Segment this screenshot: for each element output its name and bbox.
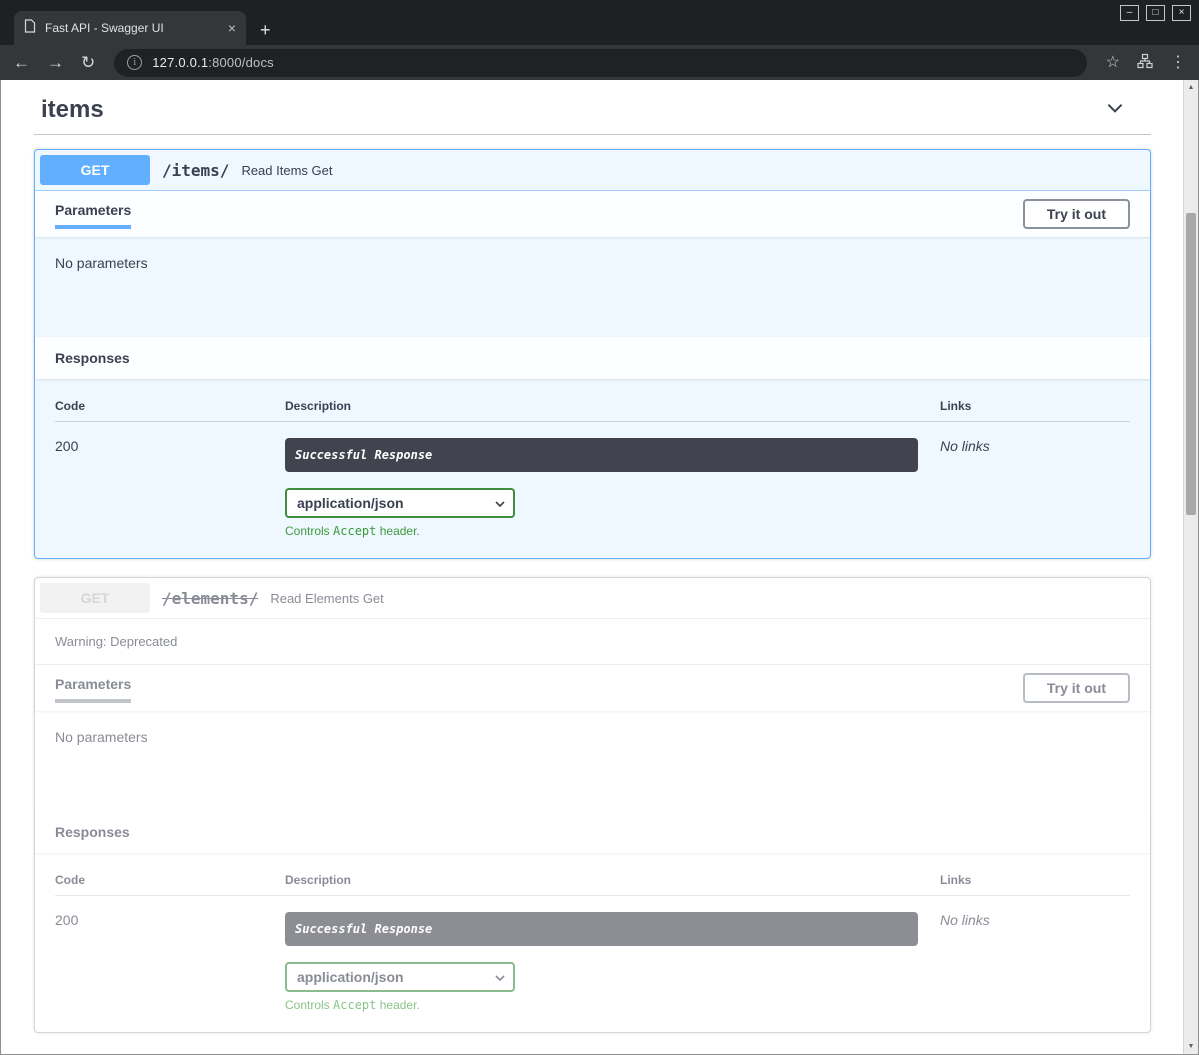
swagger-content: items GET /items/ Read Items Get Paramet… [1,80,1198,1033]
accept-note-prefix: Controls [285,998,333,1012]
response-description: Successful Response [285,438,918,472]
browser-toolbar: ← → ↻ i 127.0.0.1:8000/docs ☆ ⋮ [0,45,1199,80]
accept-note-code: Accept [333,524,376,538]
url-host: 127.0.0.1 [152,55,208,70]
media-type-select[interactable]: application/json [285,488,515,518]
window-controls: – □ × [1120,5,1191,21]
operation-read-elements-deprecated: GET /elements/ Read Elements Get Warning… [34,577,1151,1033]
responses-title: Responses [55,824,130,840]
column-links: Links [940,399,1130,413]
parameters-body: No parameters [35,237,1150,337]
page-viewport: items GET /items/ Read Items Get Paramet… [0,80,1199,1055]
response-row: 200 Successful Response application/json [55,422,1130,538]
response-description-cell: Successful Response application/json Con… [285,896,940,1012]
network-tree-icon[interactable] [1137,53,1153,73]
response-links: No links [940,422,1130,538]
bookmark-star-icon[interactable]: ☆ [1106,55,1120,71]
no-parameters-text: No parameters [55,255,1130,271]
responses-header: Responses [35,811,1150,853]
section-title: items [41,96,104,124]
page-icon [24,19,36,38]
reload-icon[interactable]: ↻ [81,54,95,71]
tab-title: Fast API - Swagger UI [45,21,219,35]
url-text: 127.0.0.1:8000/docs [152,55,274,70]
responses-table-header: Code Description Links [55,873,1130,896]
try-it-out-button[interactable]: Try it out [1023,673,1130,703]
parameters-header: Parameters Try it out [35,191,1150,237]
address-bar[interactable]: i 127.0.0.1:8000/docs [114,49,1086,77]
response-row: 200 Successful Response application/json [55,896,1130,1012]
titlebar: Fast API - Swagger UI × + – □ × [0,0,1199,45]
responses-header: Responses [35,337,1150,379]
minimize-button[interactable]: – [1120,5,1139,21]
media-type-control: application/json [285,962,515,992]
accept-note-code: Accept [333,998,376,1012]
scrollbar[interactable]: ▲ ▼ [1183,80,1198,1054]
scrollbar-thumb[interactable] [1186,213,1196,515]
responses-body: Code Description Links 200 Successful Re… [35,853,1150,1032]
try-it-out-button[interactable]: Try it out [1023,199,1130,229]
tag-section-items[interactable]: items [34,96,1151,135]
url-path: :8000/docs [208,55,274,70]
chevron-down-icon[interactable] [1104,97,1126,124]
operation-summary[interactable]: GET /items/ Read Items Get [35,150,1150,191]
maximize-button[interactable]: □ [1146,5,1165,21]
responses-title: Responses [55,350,130,366]
response-code: 200 [55,896,285,1012]
menu-dots-icon[interactable]: ⋮ [1170,55,1186,71]
operation-description: Read Items Get [241,163,332,178]
parameters-header: Parameters Try it out [35,665,1150,711]
responses-body: Code Description Links 200 Successful Re… [35,379,1150,558]
response-code: 200 [55,422,285,538]
method-badge: GET [40,583,150,613]
new-tab-button[interactable]: + [260,21,271,39]
scroll-up-arrow[interactable]: ▲ [1184,80,1198,95]
media-type-control: application/json [285,488,515,518]
parameters-body: No parameters [35,711,1150,811]
parameters-tab[interactable]: Parameters [55,202,131,229]
column-code: Code [55,399,285,413]
accept-header-note: Controls Accept header. [285,998,940,1012]
operation-description: Read Elements Get [270,591,383,606]
no-parameters-text: No parameters [55,729,1130,745]
accept-note-prefix: Controls [285,524,333,538]
forward-icon[interactable]: → [47,54,64,71]
column-code: Code [55,873,285,887]
accept-header-note: Controls Accept header. [285,524,940,538]
operation-path: /items/ [162,161,229,180]
column-description: Description [285,873,940,887]
operation-body: Parameters Try it out No parameters Resp… [35,191,1150,558]
deprecated-warning: Warning: Deprecated [35,619,1150,665]
accept-note-suffix: header. [376,524,419,538]
method-badge: GET [40,155,150,185]
column-description: Description [285,399,940,413]
parameters-tab[interactable]: Parameters [55,676,131,703]
browser-tab[interactable]: Fast API - Swagger UI × [14,11,246,45]
response-description: Successful Response [285,912,918,946]
operation-read-items: GET /items/ Read Items Get Parameters Tr… [34,149,1151,559]
site-info-icon[interactable]: i [127,55,142,70]
tab-close-icon[interactable]: × [228,20,236,36]
column-links: Links [940,873,1130,887]
close-button[interactable]: × [1172,5,1191,21]
operation-path: /elements/ [162,589,258,608]
scroll-down-arrow[interactable]: ▼ [1184,1039,1198,1054]
responses-table-header: Code Description Links [55,399,1130,422]
operation-body: Warning: Deprecated Parameters Try it ou… [35,619,1150,1032]
back-icon[interactable]: ← [13,54,30,71]
response-links: No links [940,896,1130,1012]
media-type-select[interactable]: application/json [285,962,515,992]
accept-note-suffix: header. [376,998,419,1012]
response-description-cell: Successful Response application/json Con… [285,422,940,538]
operation-summary[interactable]: GET /elements/ Read Elements Get [35,578,1150,619]
